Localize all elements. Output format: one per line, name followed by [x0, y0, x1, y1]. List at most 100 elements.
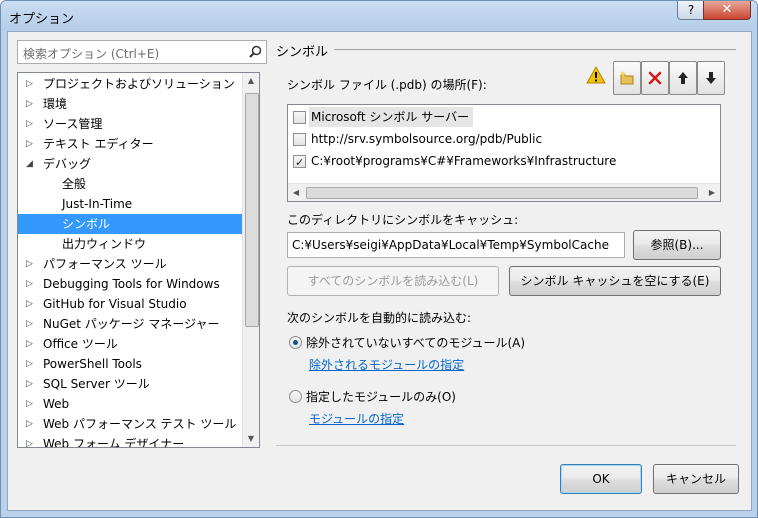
tree-item-label: Web — [43, 397, 70, 411]
tree-item[interactable]: ▷ PowerShell Tools — [18, 354, 242, 374]
tree-item[interactable]: ▷ SQL Server ツール — [18, 374, 242, 394]
auto-load-label: 次のシンボルを自動的に読み込む: — [287, 311, 472, 325]
tree-item[interactable]: ▷ NuGet パッケージ マネージャー — [18, 314, 242, 334]
location-checkbox[interactable] — [293, 111, 306, 124]
load-all-symbols-button[interactable]: すべてのシンボルを読み込む(L) — [287, 266, 499, 296]
location-text: C:¥root¥programs¥C#¥Frameworks¥Infrastru… — [311, 154, 617, 168]
tree-item-label: Web パフォーマンス テスト ツール — [43, 417, 237, 431]
tree-item-label: NuGet パッケージ マネージャー — [43, 317, 220, 331]
tree-item-label: シンボル — [62, 217, 111, 231]
scroll-right-arrow-icon[interactable]: ▶ — [704, 184, 720, 201]
move-up-button[interactable] — [669, 61, 697, 95]
tree-item-label: ソース管理 — [43, 117, 103, 131]
tree-item-label: デバッグ — [43, 157, 92, 171]
tree-item[interactable]: ▷ GitHub for Visual Studio — [18, 294, 242, 314]
tree-item[interactable]: シンボル — [18, 214, 242, 234]
tree-item[interactable]: Just-In-Time — [18, 194, 242, 214]
tree-item-label: Office ツール — [43, 337, 118, 351]
collapsed-arrow-icon[interactable]: ▷ — [26, 354, 33, 374]
symbol-locations-list[interactable]: Microsoft シンボル サーバー http://srv.symbolsour… — [287, 104, 721, 202]
location-checkbox[interactable] — [293, 153, 306, 173]
collapsed-arrow-icon[interactable]: ▷ — [26, 414, 33, 434]
collapsed-arrow-icon[interactable]: ▷ — [26, 334, 33, 354]
specified-modules-label[interactable]: 指定したモジュールのみ(O) — [306, 388, 456, 405]
collapsed-arrow-icon[interactable]: ▷ — [26, 134, 33, 154]
tree-scrollbar[interactable]: ▲ ▼ — [242, 73, 259, 447]
scroll-up-arrow-icon[interactable]: ▲ — [244, 73, 258, 89]
section-title: シンボル — [276, 45, 329, 60]
tree-item-label: Debugging Tools for Windows — [43, 277, 220, 291]
close-button[interactable]: ✕ — [703, 1, 751, 20]
collapsed-arrow-icon[interactable]: ▷ — [26, 74, 33, 94]
tree-item[interactable]: 出力ウィンドウ — [18, 234, 242, 254]
tree-item[interactable]: ▷ テキスト エディター — [18, 134, 242, 154]
collapsed-arrow-icon[interactable]: ▷ — [26, 254, 33, 274]
symbol-locations-label: シンボル ファイル (.pdb) の場所(F): — [287, 78, 487, 92]
title-bar: オプション ? ✕ — [1, 1, 757, 31]
tree-item-label: パフォーマンス ツール — [43, 257, 167, 271]
tree-item[interactable]: ▷ プロジェクトおよびソリューション — [18, 74, 242, 94]
expanded-arrow-icon[interactable]: ◢ — [26, 154, 33, 174]
remove-location-button[interactable] — [641, 61, 669, 95]
all-modules-radio[interactable] — [289, 336, 302, 349]
browse-button[interactable]: 参照(B)... — [633, 230, 721, 260]
collapsed-arrow-icon[interactable]: ▷ — [26, 94, 33, 114]
tree-item-label: プロジェクトおよびソリューション — [43, 77, 235, 91]
tree-item-label: SQL Server ツール — [43, 377, 150, 391]
collapsed-arrow-icon[interactable]: ▷ — [26, 114, 33, 134]
collapsed-arrow-icon[interactable]: ▷ — [26, 294, 33, 314]
locations-hscrollbar[interactable]: ◀ ▶ — [288, 183, 720, 201]
tree-item[interactable]: ▷ Web — [18, 394, 242, 414]
specified-modules-radio[interactable] — [289, 390, 302, 403]
tree-item-label: 全般 — [62, 177, 87, 191]
cancel-button[interactable]: キャンセル — [653, 464, 739, 494]
section-divider — [334, 49, 736, 50]
add-location-button[interactable] — [613, 61, 641, 95]
collapsed-arrow-icon[interactable]: ▷ — [26, 314, 33, 334]
tree-item-label: GitHub for Visual Studio — [43, 297, 187, 311]
tree-item-label: Web フォーム デザイナー — [43, 437, 185, 448]
scroll-thumb[interactable] — [306, 187, 698, 199]
ok-button[interactable]: OK — [560, 464, 642, 494]
cache-directory-input[interactable]: C:¥Users¥seigi¥AppData¥Local¥Temp¥Symbol… — [287, 232, 625, 258]
tree-item-label: PowerShell Tools — [43, 357, 142, 371]
tree-item[interactable]: ▷ ソース管理 — [18, 114, 242, 134]
tree-item[interactable]: ▷ Web フォーム デザイナー — [18, 434, 242, 448]
help-button[interactable]: ? — [677, 1, 705, 20]
scroll-left-arrow-icon[interactable]: ◀ — [288, 184, 304, 201]
tree-item-label: 出力ウィンドウ — [62, 237, 147, 251]
tree-item[interactable]: ▷ 環境 — [18, 94, 242, 114]
options-dialog: オプション ? ✕ 検索オプション (Ctrl+E) ▷ プロジェクトおよびソリュ… — [0, 0, 758, 518]
cache-directory-value: C:¥Users¥seigi¥AppData¥Local¥Temp¥Symbol… — [292, 238, 609, 252]
warning-icon — [586, 65, 606, 87]
cache-directory-label: このディレクトリにシンボルをキャッシュ: — [287, 213, 519, 227]
location-text: http://srv.symbolsource.org/pdb/Public — [311, 132, 543, 146]
window-title: オプション — [9, 12, 75, 27]
collapsed-arrow-icon[interactable]: ▷ — [26, 394, 33, 414]
tree-item[interactable]: ▷ Debugging Tools for Windows — [18, 274, 242, 294]
tree-item[interactable]: 全般 — [18, 174, 242, 194]
options-tree[interactable]: ▷ プロジェクトおよびソリューション ▷ 環境 ▷ ソース管理 ▷ テキスト エディター ◢ デバ… — [17, 72, 260, 448]
tree-item-label: Just-In-Time — [62, 197, 133, 211]
search-placeholder: 検索オプション (Ctrl+E) — [23, 47, 160, 61]
tree-item[interactable]: ▷ Web パフォーマンス テスト ツール — [18, 414, 242, 434]
move-down-button[interactable] — [697, 61, 725, 95]
tree-item[interactable]: ▷ パフォーマンス ツール — [18, 254, 242, 274]
scroll-thumb[interactable] — [245, 93, 259, 327]
tree-item-label: テキスト エディター — [43, 137, 154, 151]
location-checkbox[interactable] — [293, 133, 306, 146]
tree-item[interactable]: ▷ Office ツール — [18, 334, 242, 354]
dialog-body: 検索オプション (Ctrl+E) ▷ プロジェクトおよびソリューション ▷ 環境 ▷ ソー… — [7, 31, 752, 511]
tree-item-label: 環境 — [43, 97, 68, 111]
collapsed-arrow-icon[interactable]: ▷ — [26, 274, 33, 294]
specify-modules-link[interactable]: モジュールの指定 — [309, 410, 404, 427]
search-input[interactable]: 検索オプション (Ctrl+E) — [17, 40, 267, 64]
collapsed-arrow-icon[interactable]: ▷ — [26, 374, 33, 394]
tree-item[interactable]: ◢ デバッグ — [18, 154, 242, 174]
empty-symbol-cache-button[interactable]: シンボル キャッシュを空にする(E) — [509, 266, 721, 296]
specify-excluded-modules-link[interactable]: 除外されるモジュールの指定 — [309, 356, 464, 373]
all-modules-label[interactable]: 除外されていないすべてのモジュール(A) — [306, 334, 525, 351]
scroll-down-arrow-icon[interactable]: ▼ — [244, 431, 258, 447]
collapsed-arrow-icon[interactable]: ▷ — [26, 434, 33, 447]
location-text: Microsoft シンボル サーバー — [309, 107, 474, 127]
